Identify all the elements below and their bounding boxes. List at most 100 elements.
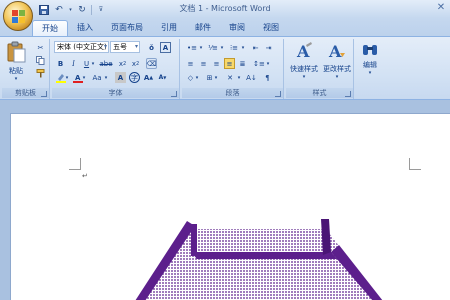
paste-button[interactable]: 粘贴 ▾ [3,41,29,82]
align-right-icon[interactable]: ≡ [211,58,222,69]
tab-view[interactable]: 视图 [254,20,288,36]
crop-mark-left [69,158,81,170]
superscript-icon[interactable]: x2 [130,58,141,69]
change-styles-button[interactable]: A 更改样式 ▾ [320,41,354,80]
font-size-combo[interactable]: 五号 ▾ [110,41,140,53]
document-page[interactable]: ↵ [10,113,450,300]
shape-inner-left-wall [191,224,197,256]
paragraph-launcher-icon[interactable] [275,91,281,97]
paste-label: 粘贴 [9,67,23,75]
paste-dropdown-icon[interactable]: ▾ [3,76,29,82]
multilevel-list-dropdown-icon[interactable]: ▾ [240,42,246,53]
svg-text:A: A [328,42,342,61]
clear-formatting-icon[interactable]: ⌫ [146,58,157,69]
tab-references[interactable]: 引用 [152,20,186,36]
bold-icon[interactable]: B [55,58,66,69]
font-name-value: 宋体 (中文正文) [57,43,107,51]
numbering-dropdown-icon[interactable]: ▾ [219,42,225,53]
show-formatting-marks-icon[interactable]: ¶ [262,72,273,83]
crop-mark-right [409,158,421,170]
justify-icon[interactable]: ≡ [224,58,235,69]
ribbon: 粘贴 ▾ ✂ 剪贴板 宋体 (中文正文) ▾ 五号 ▾ ǒ A B I U ▾ … [0,36,450,100]
decrease-indent-icon[interactable]: ⇤ [250,42,261,53]
editing-group: 编辑 ▾ [356,39,384,99]
borders-dropdown-icon[interactable]: ▾ [213,72,219,83]
shading-dropdown-icon[interactable]: ▾ [194,72,200,83]
bullets-icon[interactable]: •≡ [185,42,199,53]
font-launcher-icon[interactable] [171,91,177,97]
change-styles-icon: A [328,42,345,61]
office-button[interactable] [3,1,33,31]
strikethrough-icon[interactable]: abe [99,58,113,69]
chinese-layout-dropdown-icon[interactable]: ▾ [236,72,242,83]
tab-review[interactable]: 审阅 [220,20,254,36]
chinese-layout-icon[interactable]: ✕ [223,72,237,83]
clipboard-launcher-icon[interactable] [41,91,47,97]
paste-icon [7,41,26,63]
title-bar: ↶ ▾ ↻ ⊽ 文档 1 - Microsoft Word ✕ [0,0,450,18]
underline-dropdown-icon[interactable]: ▾ [90,58,96,69]
quick-styles-label: 快速样式 [290,65,318,73]
tab-insert[interactable]: 插入 [68,20,102,36]
quick-styles-button[interactable]: A 快速样式 ▾ [287,41,321,80]
paragraph-mark-icon: ↵ [82,172,88,180]
character-shading-icon[interactable]: A [115,72,126,83]
sort-icon[interactable]: A↓ [246,72,257,83]
increase-indent-icon[interactable]: ⇥ [263,42,274,53]
numbering-icon[interactable]: ⅟≡ [206,42,220,53]
distributed-icon[interactable]: ≣ [237,58,248,69]
paragraph-group-label: 段落 [182,88,283,98]
styles-group: A 快速样式 ▾ A 更改样式 ▾ 样式 [286,39,354,99]
edit-dropdown-icon[interactable]: ▾ [356,70,384,76]
font-size-dropdown-icon[interactable]: ▾ [135,42,138,52]
font-group-label: 字体 [52,88,179,98]
edit-label: 编辑 [363,61,377,69]
font-name-dropdown-icon[interactable]: ▾ [104,42,107,52]
font-color-dropdown-icon[interactable]: ▾ [81,72,87,83]
3d-shape-drawing[interactable] [111,219,411,300]
edit-button[interactable]: 编辑 ▾ [356,41,384,76]
styles-group-label: 样式 [286,88,353,98]
italic-icon[interactable]: I [68,58,79,69]
close-icon[interactable]: ✕ [434,2,448,14]
align-center-icon[interactable]: ≡ [198,58,209,69]
character-border-icon[interactable]: A [160,42,171,53]
tab-page-layout[interactable]: 页面布局 [102,20,152,36]
find-binoculars-icon [363,45,377,55]
cut-icon[interactable]: ✂ [35,42,46,53]
grow-font-icon[interactable]: A ▲ [143,72,154,83]
font-group: 宋体 (中文正文) ▾ 五号 ▾ ǒ A B I U ▾ abe x2 x2 ⌫… [52,39,180,99]
copy-icon[interactable] [35,55,46,66]
svg-text:A: A [75,74,81,82]
line-spacing-dropdown-icon[interactable]: ▾ [265,58,271,69]
ribbon-tab-strip: 开始 插入 页面布局 引用 邮件 审阅 视图 [0,18,450,36]
window-controls: ✕ [434,2,448,14]
change-case-icon[interactable]: Aa [90,72,104,83]
paragraph-group: •≡ ▾ ⅟≡ ▾ ⁝≡ ▾ ⇤ ⇥ ≡ ≡ ≡ ≡ ≣ ↕≡ ▾ ◇ ▾ ⊞ … [182,39,284,99]
tab-home[interactable]: 开始 [32,20,68,36]
quick-styles-dropdown-icon[interactable]: ▾ [287,74,321,80]
quick-styles-icon: A [296,42,312,61]
change-styles-dropdown-icon[interactable]: ▾ [320,74,354,80]
enclose-characters-icon[interactable]: 字 [129,72,140,83]
font-name-combo[interactable]: 宋体 (中文正文) ▾ [54,41,109,53]
styles-launcher-icon[interactable] [345,91,351,97]
phonetic-guide-icon[interactable]: ǒ [146,42,157,53]
document-area: ↵ [0,100,450,300]
format-painter-icon[interactable] [35,68,46,79]
shrink-font-icon[interactable]: A ▼ [157,72,168,83]
shape-inner-floor-edge [191,252,337,259]
align-left-icon[interactable]: ≡ [185,58,196,69]
line-spacing-icon[interactable]: ↕≡ [252,58,266,69]
font-size-value: 五号 [113,43,127,51]
office-logo-icon [12,10,25,23]
window-title: 文档 1 - Microsoft Word [179,4,271,13]
tab-mailings[interactable]: 邮件 [186,20,220,36]
multilevel-list-icon[interactable]: ⁝≡ [227,42,241,53]
subscript-icon[interactable]: x2 [117,58,128,69]
bullets-dropdown-icon[interactable]: ▾ [198,42,204,53]
change-case-dropdown-icon[interactable]: ▾ [103,72,109,83]
clipboard-group: 粘贴 ▾ ✂ 剪贴板 [2,39,50,99]
change-styles-label: 更改样式 [323,65,351,73]
highlight-dropdown-icon[interactable]: ▾ [64,72,70,83]
